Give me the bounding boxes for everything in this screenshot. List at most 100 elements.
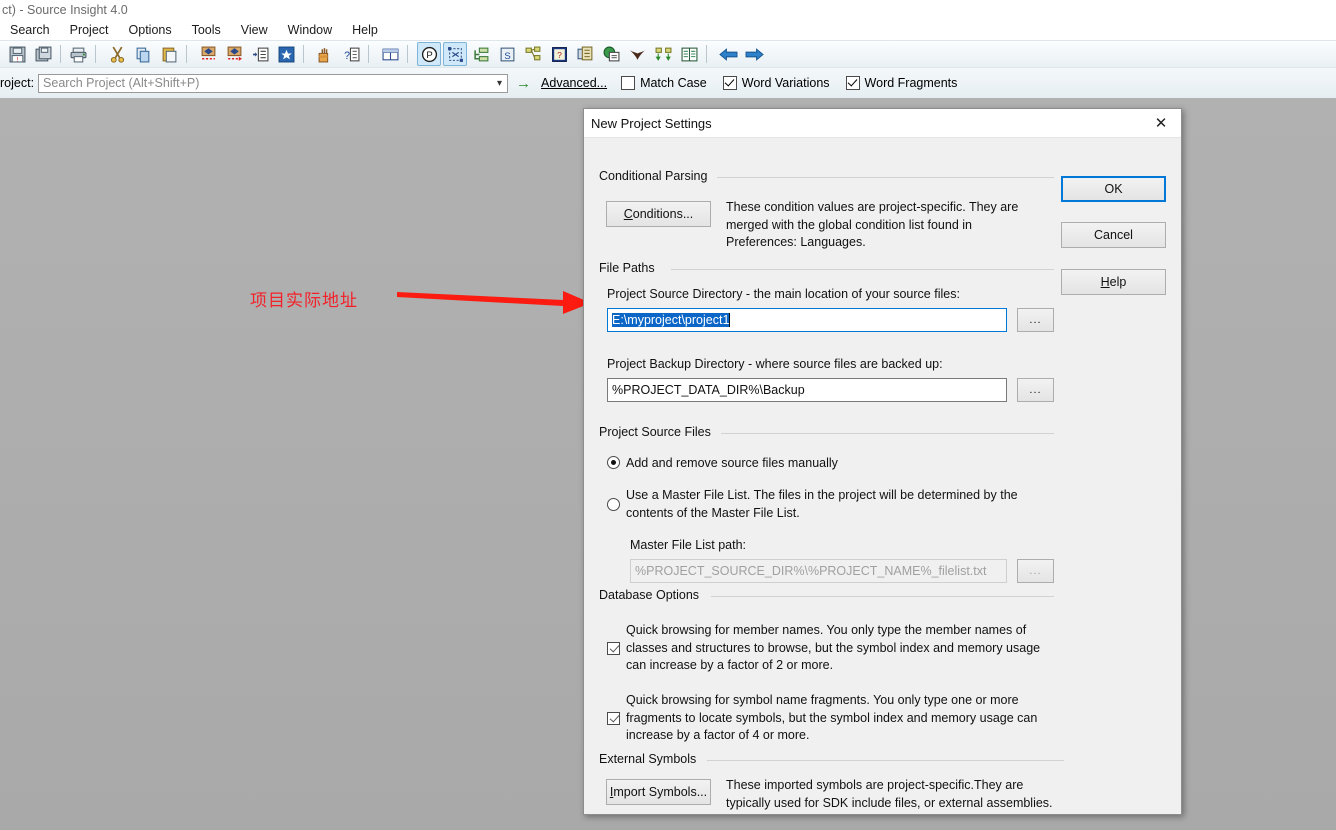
conditions-button-rest: onditions...: [632, 207, 694, 221]
group-legend-project-source-files: Project Source Files: [599, 425, 717, 439]
paste-icon[interactable]: [157, 42, 181, 66]
word-fragments-checkbox[interactable]: Word Fragments: [845, 76, 957, 90]
context-window-icon[interactable]: ?: [547, 42, 571, 66]
backup-directory-value: %PROJECT_DATA_DIR%\Backup: [612, 383, 805, 397]
indent-icon[interactable]: [248, 42, 272, 66]
sync-icon[interactable]: [651, 42, 675, 66]
save-all-icon[interactable]: [31, 42, 55, 66]
window-title: ct) - Source Insight 4.0: [0, 0, 1336, 20]
source-directory-value: E:\myproject\project1: [612, 313, 730, 327]
svg-text:?: ?: [344, 49, 350, 61]
context-help-icon[interactable]: ?: [339, 42, 363, 66]
checkbox-indicator: [607, 711, 620, 725]
source-directory-input[interactable]: E:\myproject\project1: [607, 308, 1007, 332]
menu-item-options[interactable]: Options: [119, 20, 182, 40]
menubar: Search Project Options Tools View Window…: [0, 20, 1336, 40]
match-case-checkbox[interactable]: Match Case: [621, 76, 707, 90]
menu-item-help[interactable]: Help: [342, 20, 388, 40]
checkbox-box: [621, 76, 636, 90]
group-legend-external-symbols: External Symbols: [599, 752, 703, 766]
menu-item-view[interactable]: View: [231, 20, 278, 40]
search-input[interactable]: Search Project (Alt+Shift+P) ▾: [38, 73, 509, 93]
radio-add-remove-manually[interactable]: Add and remove source files manually: [607, 456, 1047, 470]
main-toolbar: ! ? P S ?: [0, 40, 1336, 67]
toolbar-separator: [60, 45, 61, 63]
browse-project-icon[interactable]: [599, 42, 623, 66]
backup-directory-input[interactable]: %PROJECT_DATA_DIR%\Backup: [607, 378, 1007, 402]
ok-button[interactable]: OK: [1061, 176, 1166, 202]
save-icon[interactable]: !: [5, 42, 29, 66]
dialog-title-bar[interactable]: New Project Settings ✕: [584, 109, 1181, 138]
checkbox-indicator: [607, 641, 620, 655]
tile-windows-icon[interactable]: [378, 42, 402, 66]
cancel-button[interactable]: Cancel: [1061, 222, 1166, 248]
backup-directory-label: Project Backup Directory - where source …: [607, 357, 943, 371]
checkbox-quick-browse-members-label: Quick browsing for member names. You onl…: [626, 623, 1041, 672]
back-arrow-icon[interactable]: [716, 42, 740, 66]
right-arrow-annotation: [397, 291, 591, 314]
search-go-icon[interactable]: →: [516, 76, 531, 91]
menu-item-tools[interactable]: Tools: [182, 20, 231, 40]
toolbar-separator: [303, 45, 304, 63]
checkbox-quick-browse-fragments-label: Quick browsing for symbol name fragments…: [626, 693, 1038, 742]
close-icon[interactable]: ✕: [1141, 110, 1181, 137]
help-button[interactable]: Help: [1061, 269, 1166, 295]
menu-item-window[interactable]: Window: [278, 20, 342, 40]
parse-icon[interactable]: P: [417, 42, 441, 66]
jump-forward-icon[interactable]: [222, 42, 246, 66]
copy-icon[interactable]: [131, 42, 155, 66]
highlight-icon[interactable]: [313, 42, 337, 66]
text-cursor: [729, 313, 731, 327]
chevron-down-icon[interactable]: ▾: [497, 78, 505, 89]
bird-icon[interactable]: [625, 42, 649, 66]
clip-window-icon[interactable]: [573, 42, 597, 66]
radio-add-remove-manually-label: Add and remove source files manually: [626, 456, 838, 470]
bookmark-icon[interactable]: [274, 42, 298, 66]
help-button-rest: elp: [1109, 275, 1127, 289]
menu-item-project[interactable]: Project: [60, 20, 119, 40]
backup-directory-browse-button[interactable]: ...: [1017, 378, 1054, 402]
checkbox-quick-browse-fragments[interactable]: Quick browsing for symbol name fragments…: [607, 692, 1054, 745]
checkbox-box: [845, 76, 860, 90]
group-file-paths: File Paths Project Source Directory - th…: [599, 261, 1054, 409]
select-block-icon[interactable]: [443, 42, 467, 66]
relation-window-icon[interactable]: [521, 42, 545, 66]
application-chrome: ct) - Source Insight 4.0 Search Project …: [0, 0, 1336, 99]
jump-back-icon[interactable]: [196, 42, 220, 66]
master-file-list-browse-button[interactable]: ...: [1017, 559, 1054, 583]
browse-dots-label: ...: [1029, 384, 1042, 396]
file-list-icon[interactable]: [677, 42, 701, 66]
group-external-symbols: External Symbols Import Symbols... These…: [599, 752, 1064, 820]
toolbar-separator: [186, 45, 187, 63]
external-symbols-description: These imported symbols are project-speci…: [726, 778, 1053, 810]
dialog-title: New Project Settings: [591, 115, 712, 131]
outline-icon[interactable]: [469, 42, 493, 66]
radio-indicator: [607, 498, 620, 511]
group-legend-file-paths: File Paths: [599, 261, 661, 275]
radio-master-file-list[interactable]: Use a Master File List. The files in the…: [607, 487, 1047, 522]
menu-item-search[interactable]: Search: [0, 20, 60, 40]
checkbox-quick-browse-members[interactable]: Quick browsing for member names. You onl…: [607, 622, 1054, 675]
browse-dots-label: ...: [1029, 314, 1042, 326]
match-case-label: Match Case: [640, 76, 707, 90]
source-directory-browse-button[interactable]: ...: [1017, 308, 1054, 332]
word-variations-checkbox[interactable]: Word Variations: [722, 76, 830, 90]
word-variations-label: Word Variations: [741, 76, 830, 90]
import-symbols-button[interactable]: Import Symbols...: [606, 779, 711, 805]
conditions-button[interactable]: Conditions...: [606, 201, 711, 227]
print-icon[interactable]: [66, 42, 90, 66]
source-directory-label: Project Source Directory - the main loca…: [607, 287, 960, 301]
conditional-parsing-description: These condition values are project-speci…: [726, 200, 1019, 249]
symbol-window-icon[interactable]: S: [495, 42, 519, 66]
annotation-text: 项目实际地址: [250, 291, 358, 311]
forward-arrow-icon[interactable]: [742, 42, 766, 66]
radio-indicator: [607, 456, 620, 469]
browse-dots-label: ...: [1029, 565, 1042, 577]
toolbar-separator: [368, 45, 369, 63]
advanced-search-link[interactable]: Advanced...: [541, 76, 607, 90]
checkbox-box: [722, 76, 737, 90]
master-file-list-path-input[interactable]: %PROJECT_SOURCE_DIR%\%PROJECT_NAME%_file…: [630, 559, 1007, 583]
svg-text:P: P: [426, 50, 432, 61]
cut-icon[interactable]: [105, 42, 129, 66]
project-search-bar: roject: Search Project (Alt+Shift+P) ▾ →…: [0, 67, 1336, 99]
